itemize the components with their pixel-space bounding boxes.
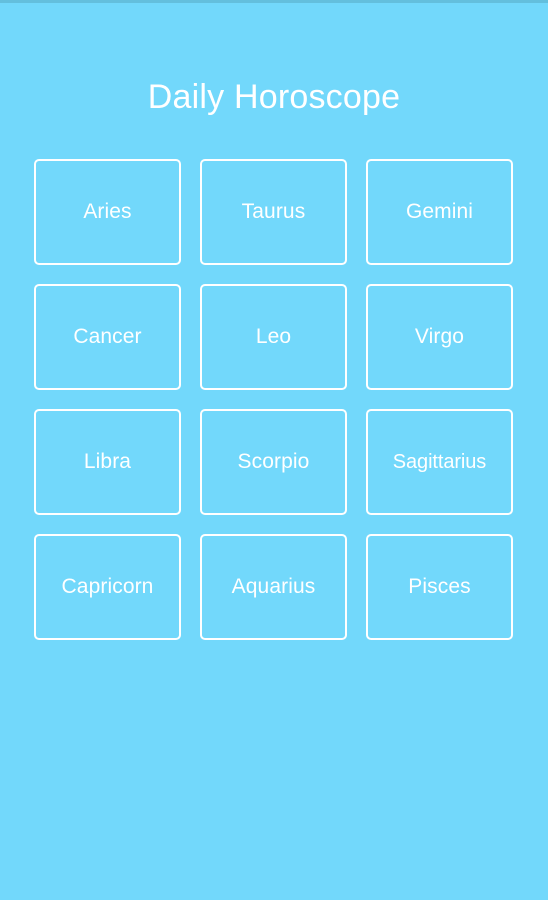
zodiac-tile-sagittarius[interactable]: Sagittarius xyxy=(366,409,513,515)
zodiac-tile-cancer[interactable]: Cancer xyxy=(34,284,181,390)
zodiac-tile-scorpio[interactable]: Scorpio xyxy=(200,409,347,515)
zodiac-tile-taurus[interactable]: Taurus xyxy=(200,159,347,265)
zodiac-tile-label: Gemini xyxy=(405,200,474,223)
zodiac-tile-label: Scorpio xyxy=(237,450,310,473)
zodiac-tile-label: Libra xyxy=(83,450,132,473)
zodiac-tile-gemini[interactable]: Gemini xyxy=(366,159,513,265)
zodiac-tile-aries[interactable]: Aries xyxy=(34,159,181,265)
zodiac-tile-capricorn[interactable]: Capricorn xyxy=(34,534,181,640)
zodiac-tile-leo[interactable]: Leo xyxy=(200,284,347,390)
zodiac-tile-label: Virgo xyxy=(414,325,465,348)
zodiac-tile-label: Capricorn xyxy=(61,575,154,598)
page-title: Daily Horoscope xyxy=(147,77,401,116)
zodiac-tile-virgo[interactable]: Virgo xyxy=(366,284,513,390)
zodiac-tile-label: Aquarius xyxy=(231,575,316,598)
zodiac-tile-label: Pisces xyxy=(408,575,471,598)
zodiac-tile-label: Sagittarius xyxy=(392,451,487,473)
zodiac-tile-label: Cancer xyxy=(73,325,142,348)
zodiac-sign-grid: Aries Taurus Gemini Cancer Leo Virgo Lib… xyxy=(34,159,514,640)
zodiac-tile-label: Taurus xyxy=(241,200,306,223)
zodiac-tile-label: Leo xyxy=(255,325,292,348)
status-bar xyxy=(0,0,548,3)
daily-horoscope-screen: Daily Horoscope Aries Taurus Gemini Canc… xyxy=(0,0,548,900)
zodiac-tile-label: Aries xyxy=(83,200,132,223)
zodiac-tile-aquarius[interactable]: Aquarius xyxy=(200,534,347,640)
zodiac-tile-pisces[interactable]: Pisces xyxy=(366,534,513,640)
zodiac-tile-libra[interactable]: Libra xyxy=(34,409,181,515)
